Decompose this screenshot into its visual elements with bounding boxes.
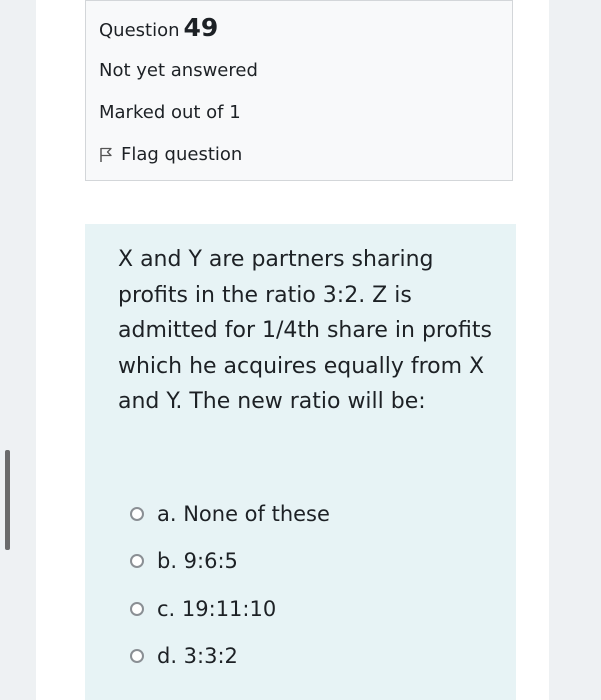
question-grade: Marked out of 1 [99,102,241,123]
answer-option-d[interactable]: d. 3:3:2 [130,633,330,681]
question-label: Question [99,20,180,41]
quiz-page: Question 49 Not yet answered Marked out o… [36,0,549,700]
question-info-panel: Question 49 Not yet answered Marked out o… [85,0,513,181]
scroll-indicator[interactable] [5,450,10,550]
flag-icon [100,147,112,162]
answer-label: c. 19:11:10 [157,596,277,621]
question-number: Question 49 [99,13,218,42]
radio-button[interactable] [130,506,144,521]
answer-options: a. None of these b. 9:6:5 c. 19:11:10 d.… [130,490,330,680]
question-content: X and Y are partners sharing profits in … [85,224,516,700]
answer-option-b[interactable]: b. 9:6:5 [130,538,330,586]
answer-label: d. 3:3:2 [157,644,238,669]
flag-question-label: Flag question [121,144,243,165]
radio-button[interactable] [130,601,144,616]
answer-label: b. 9:6:5 [157,549,238,574]
question-number-value: 49 [183,13,219,42]
answer-option-a[interactable]: a. None of these [130,490,330,538]
question-state: Not yet answered [99,60,258,81]
answer-option-c[interactable]: c. 19:11:10 [130,585,330,633]
radio-button[interactable] [130,649,144,664]
answer-label: a. None of these [157,501,330,526]
question-text: X and Y are partners sharing profits in … [118,247,492,414]
flag-question-link[interactable]: Flag question [99,144,242,165]
radio-button[interactable] [130,554,144,569]
